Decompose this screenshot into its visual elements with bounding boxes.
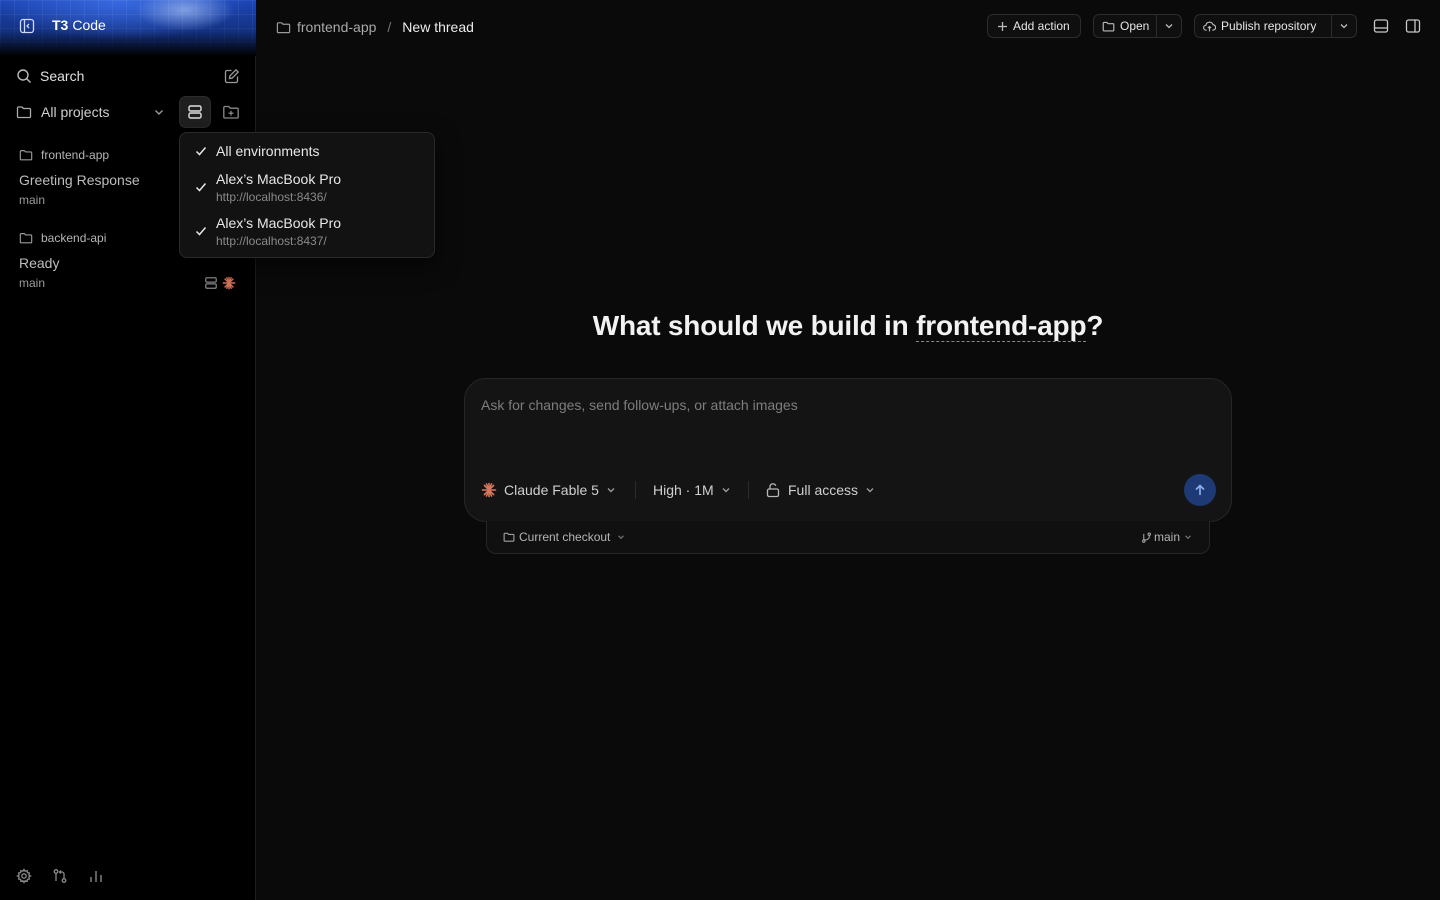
send-button[interactable]	[1184, 474, 1216, 506]
breadcrumb-thread: New thread	[402, 19, 474, 35]
bar-chart-icon[interactable]	[88, 868, 104, 884]
projects-filter[interactable]: All projects	[16, 102, 166, 122]
toggle-right-panel-icon[interactable]	[1405, 18, 1421, 34]
model-label: Claude Fable 5	[504, 482, 599, 498]
open-label: Open	[1120, 19, 1150, 33]
reasoning-picker[interactable]: High · 1M	[653, 479, 732, 501]
thread-status-icons	[204, 276, 236, 290]
chevron-down-icon	[616, 532, 626, 542]
app-name: T3 Code	[52, 17, 106, 33]
project-backend-api[interactable]: backend-api	[19, 231, 106, 245]
menu-item-label: Alex’s MacBook Pro	[216, 171, 342, 187]
environment-filter-button[interactable]	[179, 96, 211, 128]
server-icon	[204, 276, 218, 290]
composer: Claude Fable 5 High · 1M Full access	[464, 378, 1232, 522]
access-label: Full access	[788, 482, 859, 498]
sidebar-footer	[16, 868, 104, 884]
open-menu-chevron-icon[interactable]	[1157, 20, 1181, 32]
chevron-down-icon	[605, 484, 617, 496]
arrow-up-icon	[1193, 483, 1207, 497]
chevron-down-icon	[720, 484, 732, 496]
open-button-group: Open	[1093, 14, 1182, 38]
check-icon	[194, 180, 208, 194]
publish-label: Publish repository	[1221, 19, 1317, 33]
claude-icon	[222, 276, 236, 290]
claude-icon	[481, 482, 497, 498]
menu-item-environment[interactable]: Alex’s MacBook Pro http://localhost:8436…	[180, 169, 434, 213]
chevron-down-icon	[152, 105, 166, 119]
folder-icon	[1102, 20, 1115, 33]
branch-label: main	[1153, 530, 1180, 544]
project-name: frontend-app	[41, 148, 110, 162]
search-label: Search	[40, 68, 85, 84]
cloud-upload-icon	[1203, 20, 1216, 33]
brand-grid-decoration	[0, 0, 256, 56]
folder-icon	[19, 148, 33, 162]
publish-menu-chevron-icon[interactable]	[1332, 20, 1356, 32]
publish-repository-button[interactable]: Publish repository	[1195, 15, 1331, 37]
new-thread-icon[interactable]	[224, 68, 240, 84]
model-picker[interactable]: Claude Fable 5	[481, 479, 617, 501]
folder-icon	[16, 104, 32, 120]
folder-icon	[276, 20, 291, 35]
checkout-picker[interactable]: Current checkout	[503, 530, 626, 544]
folder-icon	[503, 531, 515, 543]
add-action-label: Add action	[1013, 19, 1070, 33]
publish-button-group: Publish repository	[1194, 14, 1357, 38]
plus-icon	[996, 20, 1009, 33]
check-icon	[194, 224, 208, 238]
checkout-bar: Current checkout main	[486, 521, 1210, 554]
add-project-icon[interactable]	[222, 103, 240, 121]
search-icon	[16, 68, 32, 84]
access-picker[interactable]: Full access	[765, 479, 876, 501]
prompt-input[interactable]	[481, 397, 1181, 413]
sidebar-toggle-icon[interactable]	[19, 18, 35, 34]
chevron-down-icon	[1183, 532, 1193, 542]
thread-branch: main	[19, 276, 46, 290]
thread-item[interactable]: Ready	[19, 255, 59, 271]
branch-picker[interactable]: main	[1141, 530, 1193, 544]
menu-item-all-environments[interactable]: All environments	[180, 133, 434, 169]
project-name: backend-api	[41, 231, 107, 245]
brand-header: T3 Code	[0, 0, 256, 56]
breadcrumb: frontend-app / New thread	[276, 17, 474, 37]
git-branch-icon	[1141, 532, 1152, 543]
check-icon	[194, 144, 208, 158]
menu-item-environment[interactable]: Alex’s MacBook Pro http://localhost:8437…	[180, 213, 434, 257]
toggle-bottom-panel-icon[interactable]	[1373, 18, 1389, 34]
unlock-icon	[765, 482, 781, 498]
checkout-label: Current checkout	[519, 530, 611, 544]
project-frontend-app[interactable]: frontend-app	[19, 148, 109, 162]
headline-project[interactable]: frontend-app	[916, 310, 1087, 342]
menu-item-url: http://localhost:8437/	[216, 234, 327, 248]
thread-item[interactable]: Greeting Response	[19, 172, 140, 188]
thread-branch: main	[19, 193, 46, 207]
divider	[748, 481, 749, 499]
divider	[635, 481, 636, 499]
server-icon	[187, 104, 203, 120]
folder-icon	[19, 231, 33, 245]
projects-filter-label: All projects	[41, 104, 110, 120]
reasoning-label: High · 1M	[653, 482, 714, 498]
breadcrumb-separator: /	[387, 19, 392, 35]
add-action-button[interactable]: Add action	[987, 14, 1081, 38]
page-title: What should we build in frontend-app?	[592, 310, 1104, 342]
menu-item-url: http://localhost:8436/	[216, 190, 327, 204]
menu-item-label: All environments	[216, 143, 320, 159]
open-button[interactable]: Open	[1094, 15, 1156, 37]
git-compare-icon[interactable]	[52, 868, 68, 884]
search-button[interactable]: Search	[16, 66, 240, 86]
chevron-down-icon	[864, 484, 876, 496]
menu-item-label: Alex’s MacBook Pro	[216, 215, 342, 231]
environment-menu: All environments Alex’s MacBook Pro http…	[179, 132, 435, 258]
gear-icon[interactable]	[16, 868, 32, 884]
breadcrumb-project[interactable]: frontend-app	[297, 19, 376, 35]
